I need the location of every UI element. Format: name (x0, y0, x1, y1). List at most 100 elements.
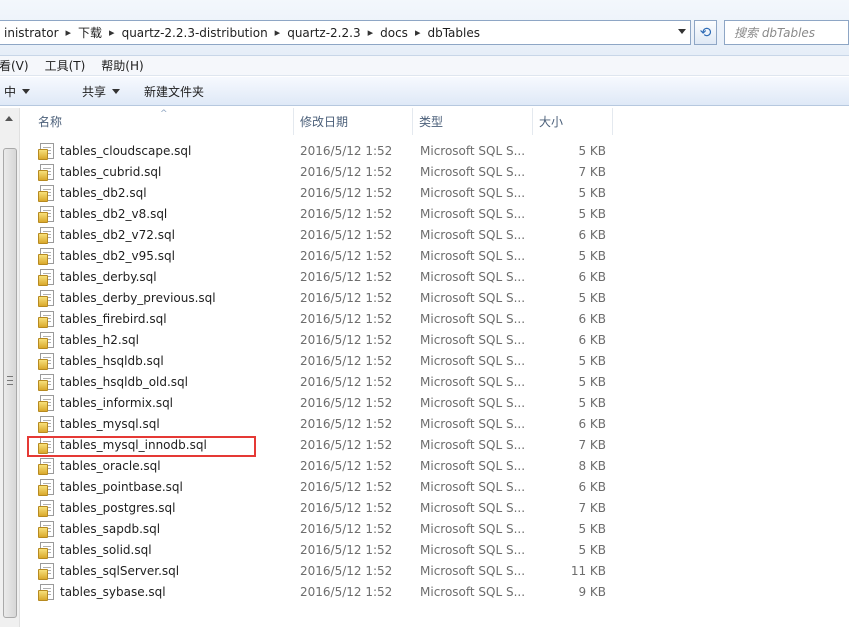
file-row[interactable]: tables_mysql_innodb.sql 2016/5/12 1:52 Mic… (20, 434, 849, 455)
file-row[interactable]: tables_derby_previous.sql 2016/5/12 1:52 M… (20, 287, 849, 308)
file-name-cell[interactable]: tables_cloudscape.sql (38, 142, 192, 160)
file-name-cell[interactable]: tables_db2_v72.sql (38, 226, 175, 244)
file-date: 2016/5/12 1:52 (300, 563, 393, 578)
file-row[interactable]: tables_db2_v72.sql 2016/5/12 1:52 Microsof… (20, 224, 849, 245)
file-type: Microsoft SQL S... (420, 374, 526, 389)
file-name-cell[interactable]: tables_hsqldb_old.sql (38, 373, 188, 391)
file-size: 8 KB (578, 458, 606, 473)
scroll-thumb[interactable] (3, 148, 17, 618)
breadcrumb-quartz[interactable]: quartz-2.2.3 (282, 21, 365, 44)
file-type: Microsoft SQL S... (420, 164, 526, 179)
file-name-cell[interactable]: tables_db2_v95.sql (38, 247, 175, 265)
file-date: 2016/5/12 1:52 (300, 332, 393, 347)
sql-file-icon (38, 562, 54, 580)
sql-file-icon (38, 142, 54, 160)
vertical-scrollbar[interactable] (0, 108, 20, 627)
breadcrumb-separator-icon[interactable]: ▸ (366, 26, 376, 39)
file-name-cell[interactable]: tables_postgres.sql (38, 499, 176, 517)
file-row[interactable]: tables_sapdb.sql 2016/5/12 1:52 Microsoft … (20, 518, 849, 539)
file-name: tables_hsqldb.sql (60, 353, 164, 368)
file-row[interactable]: tables_db2_v8.sql 2016/5/12 1:52 Microsoft… (20, 203, 849, 224)
file-date: 2016/5/12 1:52 (300, 500, 393, 515)
sql-file-icon (38, 331, 54, 349)
file-row[interactable]: tables_solid.sql 2016/5/12 1:52 Microsoft … (20, 539, 849, 560)
refresh-icon[interactable]: ⟲ (694, 20, 717, 45)
file-type: Microsoft SQL S... (420, 143, 526, 158)
menu-help[interactable]: 帮助(H) (93, 57, 151, 74)
sql-file-icon (38, 499, 54, 517)
file-row[interactable]: tables_hsqldb.sql 2016/5/12 1:52 Microsoft… (20, 350, 849, 371)
column-header-type[interactable]: 类型 (413, 108, 533, 135)
file-name-cell[interactable]: tables_informix.sql (38, 394, 173, 412)
breadcrumb-dbtables[interactable]: dbTables (422, 21, 485, 44)
breadcrumb-docs[interactable]: docs (375, 21, 413, 44)
file-name-cell[interactable]: tables_sqlServer.sql (38, 562, 179, 580)
file-row[interactable]: tables_cloudscape.sql 2016/5/12 1:52 Micro… (20, 140, 849, 161)
file-name-cell[interactable]: tables_pointbase.sql (38, 478, 183, 496)
file-row[interactable]: tables_hsqldb_old.sql 2016/5/12 1:52 Micro… (20, 371, 849, 392)
organize-button[interactable]: 中 (0, 77, 50, 105)
file-row[interactable]: tables_cubrid.sql 2016/5/12 1:52 Microsoft… (20, 161, 849, 182)
breadcrumb-downloads[interactable]: 下载 (73, 21, 107, 44)
file-name: tables_cloudscape.sql (60, 143, 192, 158)
menu-view[interactable]: 看(V) (0, 57, 37, 74)
share-button[interactable]: 共享 (50, 77, 132, 105)
column-header-size[interactable]: 大小 (533, 108, 613, 135)
share-label: 共享 (82, 84, 107, 99)
address-bar[interactable]: inistrator ▸ 下载 ▸ quartz-2.2.3-distribut… (0, 20, 691, 45)
file-name-cell[interactable]: tables_mysql.sql (38, 415, 160, 433)
breadcrumb-separator-icon[interactable]: ▸ (107, 26, 117, 39)
file-type: Microsoft SQL S... (420, 521, 526, 536)
breadcrumb-separator-icon[interactable]: ▸ (413, 26, 423, 39)
file-row[interactable]: tables_firebird.sql 2016/5/12 1:52 Microso… (20, 308, 849, 329)
file-row[interactable]: tables_derby.sql 2016/5/12 1:52 Microsoft … (20, 266, 849, 287)
file-name-cell[interactable]: tables_mysql_innodb.sql (38, 436, 207, 454)
new-folder-button[interactable]: 新建文件夹 (132, 77, 216, 105)
file-row[interactable]: tables_pointbase.sql 2016/5/12 1:52 Micros… (20, 476, 849, 497)
breadcrumb-administrator[interactable]: inistrator (0, 21, 64, 44)
file-name-cell[interactable]: tables_cubrid.sql (38, 163, 162, 181)
address-dropdown-icon[interactable] (678, 29, 686, 34)
file-name-cell[interactable]: tables_h2.sql (38, 331, 139, 349)
file-name-cell[interactable]: tables_solid.sql (38, 541, 152, 559)
file-row[interactable]: tables_postgres.sql 2016/5/12 1:52 Microso… (20, 497, 849, 518)
file-name-cell[interactable]: tables_derby_previous.sql (38, 289, 216, 307)
organize-label: 中 (4, 84, 17, 99)
file-row[interactable]: tables_informix.sql 2016/5/12 1:52 Microso… (20, 392, 849, 413)
file-name-cell[interactable]: tables_derby.sql (38, 268, 157, 286)
breadcrumb-separator-icon[interactable]: ▸ (273, 26, 283, 39)
file-name-cell[interactable]: tables_oracle.sql (38, 457, 161, 475)
file-size: 6 KB (578, 479, 606, 494)
file-date: 2016/5/12 1:52 (300, 521, 393, 536)
file-row[interactable]: tables_sybase.sql 2016/5/12 1:52 Microsoft… (20, 581, 849, 602)
file-date: 2016/5/12 1:52 (300, 164, 393, 179)
scroll-up-icon[interactable] (5, 116, 13, 121)
file-type: Microsoft SQL S... (420, 248, 526, 263)
file-row[interactable]: tables_db2.sql 2016/5/12 1:52 Microsoft SQ… (20, 182, 849, 203)
file-row[interactable]: tables_mysql.sql 2016/5/12 1:52 Microsoft … (20, 413, 849, 434)
breadcrumb-separator-icon[interactable]: ▸ (64, 26, 74, 39)
file-type: Microsoft SQL S... (420, 185, 526, 200)
file-row[interactable]: tables_h2.sql 2016/5/12 1:52 Microsoft SQL… (20, 329, 849, 350)
column-header-date[interactable]: 修改日期 (294, 108, 413, 135)
file-size: 11 KB (570, 563, 606, 578)
file-name-cell[interactable]: tables_db2_v8.sql (38, 205, 167, 223)
file-name: tables_db2_v95.sql (60, 248, 175, 263)
file-row[interactable]: tables_db2_v95.sql 2016/5/12 1:52 Microsof… (20, 245, 849, 266)
file-row[interactable]: tables_sqlServer.sql 2016/5/12 1:52 Micros… (20, 560, 849, 581)
file-name-cell[interactable]: tables_sapdb.sql (38, 520, 160, 538)
search-input[interactable]: 搜索 dbTables (724, 20, 849, 45)
file-name-cell[interactable]: tables_firebird.sql (38, 310, 167, 328)
file-size: 5 KB (578, 248, 606, 263)
menu-tools[interactable]: 工具(T) (37, 57, 94, 74)
chevron-down-icon (112, 88, 121, 94)
command-bar: 中 共享 新建文件夹 (0, 77, 849, 106)
breadcrumb-quartz-distribution[interactable]: quartz-2.2.3-distribution (117, 21, 273, 44)
file-row[interactable]: tables_oracle.sql 2016/5/12 1:52 Microsoft… (20, 455, 849, 476)
file-name-cell[interactable]: tables_hsqldb.sql (38, 352, 164, 370)
grip-icon (7, 376, 13, 385)
file-name: tables_h2.sql (60, 332, 139, 347)
file-name-cell[interactable]: tables_sybase.sql (38, 583, 166, 601)
file-name: tables_cubrid.sql (60, 164, 162, 179)
file-name-cell[interactable]: tables_db2.sql (38, 184, 147, 202)
